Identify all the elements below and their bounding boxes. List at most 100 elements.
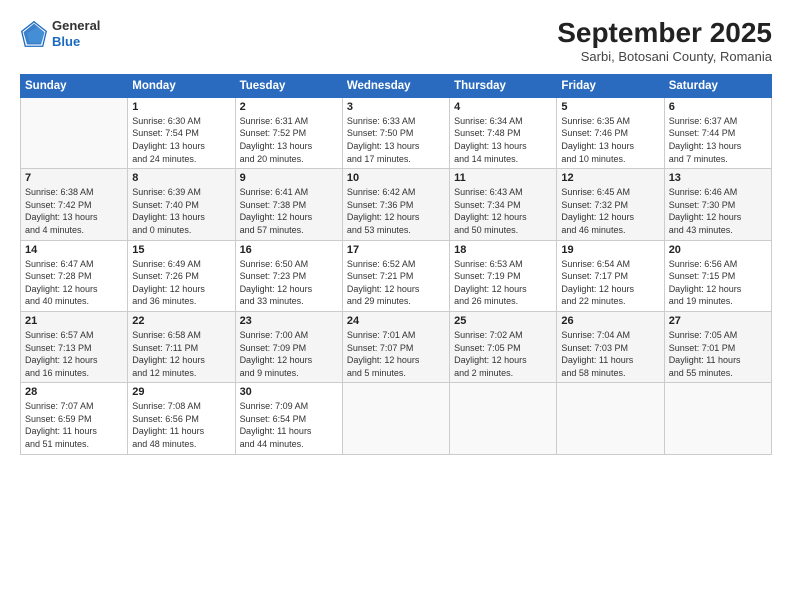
table-cell: 9Sunrise: 6:41 AM Sunset: 7:38 PM Daylig… <box>235 169 342 240</box>
table-cell: 29Sunrise: 7:08 AM Sunset: 6:56 PM Dayli… <box>128 383 235 454</box>
header-friday: Friday <box>557 74 664 97</box>
table-cell: 12 Sunrise: 6:45 AM Sunset: 7:32 PM Dayli… <box>557 169 664 240</box>
day-info: Sunrise: 6:53 AM Sunset: 7:19 PM Dayligh… <box>454 258 552 308</box>
day-info: Sunrise: 6:50 AM Sunset: 7:23 PM Dayligh… <box>240 258 338 308</box>
day-info: Sunrise: 7:07 AM Sunset: 6:59 PM Dayligh… <box>25 400 123 450</box>
table-cell: 13Sunrise: 6:46 AM Sunset: 7:30 PM Dayli… <box>664 169 771 240</box>
day-number: 16 <box>240 244 338 256</box>
table-cell: 19 Sunrise: 6:54 AM Sunset: 7:17 PM Dayli… <box>557 240 664 311</box>
table-cell: 2Sunrise: 6:31 AM Sunset: 7:52 PM Daylig… <box>235 97 342 168</box>
day-number: 15 <box>132 244 230 256</box>
day-number: 4 <box>454 101 552 113</box>
day-number: 12 <box>561 172 659 184</box>
day-number: 23 <box>240 315 338 327</box>
table-cell: 10Sunrise: 6:42 AM Sunset: 7:36 PM Dayli… <box>342 169 449 240</box>
table-cell: 17 Sunrise: 6:52 AM Sunset: 7:21 PM Dayli… <box>342 240 449 311</box>
day-info: Sunrise: 6:39 AM Sunset: 7:40 PM Dayligh… <box>132 186 230 236</box>
table-cell: 1 Sunrise: 6:30 AM Sunset: 7:54 PM Daylig… <box>128 97 235 168</box>
day-info: Sunrise: 6:54 AM Sunset: 7:17 PM Dayligh… <box>561 258 659 308</box>
table-cell <box>342 383 449 454</box>
day-info: Sunrise: 6:37 AM Sunset: 7:44 PM Dayligh… <box>669 115 767 165</box>
day-info: Sunrise: 6:43 AM Sunset: 7:34 PM Dayligh… <box>454 186 552 236</box>
day-info: Sunrise: 6:58 AM Sunset: 7:11 PM Dayligh… <box>132 329 230 379</box>
table-cell: 18 Sunrise: 6:53 AM Sunset: 7:19 PM Dayli… <box>450 240 557 311</box>
day-info: Sunrise: 6:42 AM Sunset: 7:36 PM Dayligh… <box>347 186 445 236</box>
table-cell <box>557 383 664 454</box>
week-row-1: 1 Sunrise: 6:30 AM Sunset: 7:54 PM Daylig… <box>21 97 772 168</box>
header-sunday: Sunday <box>21 74 128 97</box>
day-info: Sunrise: 6:30 AM Sunset: 7:54 PM Dayligh… <box>132 115 230 165</box>
day-number: 7 <box>25 172 123 184</box>
day-number: 22 <box>132 315 230 327</box>
table-cell: 4 Sunrise: 6:34 AM Sunset: 7:48 PM Daylig… <box>450 97 557 168</box>
day-number: 26 <box>561 315 659 327</box>
day-info: Sunrise: 7:02 AM Sunset: 7:05 PM Dayligh… <box>454 329 552 379</box>
table-cell: 20 Sunrise: 6:56 AM Sunset: 7:15 PM Dayli… <box>664 240 771 311</box>
day-number: 27 <box>669 315 767 327</box>
day-info: Sunrise: 6:49 AM Sunset: 7:26 PM Dayligh… <box>132 258 230 308</box>
day-number: 18 <box>454 244 552 256</box>
header-monday: Monday <box>128 74 235 97</box>
table-cell <box>664 383 771 454</box>
day-info: Sunrise: 7:01 AM Sunset: 7:07 PM Dayligh… <box>347 329 445 379</box>
month-title: September 2025 <box>557 18 772 49</box>
day-number: 25 <box>454 315 552 327</box>
day-number: 5 <box>561 101 659 113</box>
table-cell: 22 Sunrise: 6:58 AM Sunset: 7:11 PM Dayli… <box>128 311 235 382</box>
header-tuesday: Tuesday <box>235 74 342 97</box>
table-cell: 23 Sunrise: 7:00 AM Sunset: 7:09 PM Dayli… <box>235 311 342 382</box>
day-number: 8 <box>132 172 230 184</box>
table-cell: 24 Sunrise: 7:01 AM Sunset: 7:07 PM Dayli… <box>342 311 449 382</box>
table-cell: 30Sunrise: 7:09 AM Sunset: 6:54 PM Dayli… <box>235 383 342 454</box>
day-number: 28 <box>25 386 123 398</box>
day-number: 11 <box>454 172 552 184</box>
day-info: Sunrise: 6:57 AM Sunset: 7:13 PM Dayligh… <box>25 329 123 379</box>
day-number: 13 <box>669 172 767 184</box>
weekday-header-row: Sunday Monday Tuesday Wednesday Thursday… <box>21 74 772 97</box>
table-cell: 6 Sunrise: 6:37 AM Sunset: 7:44 PM Daylig… <box>664 97 771 168</box>
day-number: 30 <box>240 386 338 398</box>
day-info: Sunrise: 6:38 AM Sunset: 7:42 PM Dayligh… <box>25 186 123 236</box>
header-wednesday: Wednesday <box>342 74 449 97</box>
day-number: 24 <box>347 315 445 327</box>
logo-icon <box>20 20 48 48</box>
day-number: 1 <box>132 101 230 113</box>
day-info: Sunrise: 7:05 AM Sunset: 7:01 PM Dayligh… <box>669 329 767 379</box>
table-cell: 5Sunrise: 6:35 AM Sunset: 7:46 PM Daylig… <box>557 97 664 168</box>
day-number: 6 <box>669 101 767 113</box>
week-row-4: 21 Sunrise: 6:57 AM Sunset: 7:13 PM Dayli… <box>21 311 772 382</box>
day-info: Sunrise: 6:33 AM Sunset: 7:50 PM Dayligh… <box>347 115 445 165</box>
week-row-3: 14Sunrise: 6:47 AM Sunset: 7:28 PM Dayli… <box>21 240 772 311</box>
table-cell: 14Sunrise: 6:47 AM Sunset: 7:28 PM Dayli… <box>21 240 128 311</box>
logo: General Blue <box>20 18 100 49</box>
title-block: September 2025 Sarbi, Botosani County, R… <box>557 18 772 64</box>
day-number: 21 <box>25 315 123 327</box>
day-number: 9 <box>240 172 338 184</box>
day-info: Sunrise: 6:45 AM Sunset: 7:32 PM Dayligh… <box>561 186 659 236</box>
table-cell: 27 Sunrise: 7:05 AM Sunset: 7:01 PM Dayli… <box>664 311 771 382</box>
week-row-5: 28 Sunrise: 7:07 AM Sunset: 6:59 PM Dayli… <box>21 383 772 454</box>
logo-text: General Blue <box>52 18 100 49</box>
day-info: Sunrise: 6:52 AM Sunset: 7:21 PM Dayligh… <box>347 258 445 308</box>
table-cell: 7 Sunrise: 6:38 AM Sunset: 7:42 PM Daylig… <box>21 169 128 240</box>
table-cell: 8 Sunrise: 6:39 AM Sunset: 7:40 PM Daylig… <box>128 169 235 240</box>
day-info: Sunrise: 6:31 AM Sunset: 7:52 PM Dayligh… <box>240 115 338 165</box>
day-number: 20 <box>669 244 767 256</box>
table-cell: 28 Sunrise: 7:07 AM Sunset: 6:59 PM Dayli… <box>21 383 128 454</box>
day-number: 17 <box>347 244 445 256</box>
week-row-2: 7 Sunrise: 6:38 AM Sunset: 7:42 PM Daylig… <box>21 169 772 240</box>
day-info: Sunrise: 7:00 AM Sunset: 7:09 PM Dayligh… <box>240 329 338 379</box>
header-saturday: Saturday <box>664 74 771 97</box>
calendar: Sunday Monday Tuesday Wednesday Thursday… <box>20 74 772 455</box>
day-number: 14 <box>25 244 123 256</box>
day-info: Sunrise: 6:34 AM Sunset: 7:48 PM Dayligh… <box>454 115 552 165</box>
day-number: 19 <box>561 244 659 256</box>
day-number: 29 <box>132 386 230 398</box>
day-number: 3 <box>347 101 445 113</box>
table-cell: 21 Sunrise: 6:57 AM Sunset: 7:13 PM Dayli… <box>21 311 128 382</box>
table-cell: 11 Sunrise: 6:43 AM Sunset: 7:34 PM Dayli… <box>450 169 557 240</box>
day-info: Sunrise: 6:56 AM Sunset: 7:15 PM Dayligh… <box>669 258 767 308</box>
table-cell: 15 Sunrise: 6:49 AM Sunset: 7:26 PM Dayli… <box>128 240 235 311</box>
table-cell: 26Sunrise: 7:04 AM Sunset: 7:03 PM Dayli… <box>557 311 664 382</box>
table-cell <box>450 383 557 454</box>
